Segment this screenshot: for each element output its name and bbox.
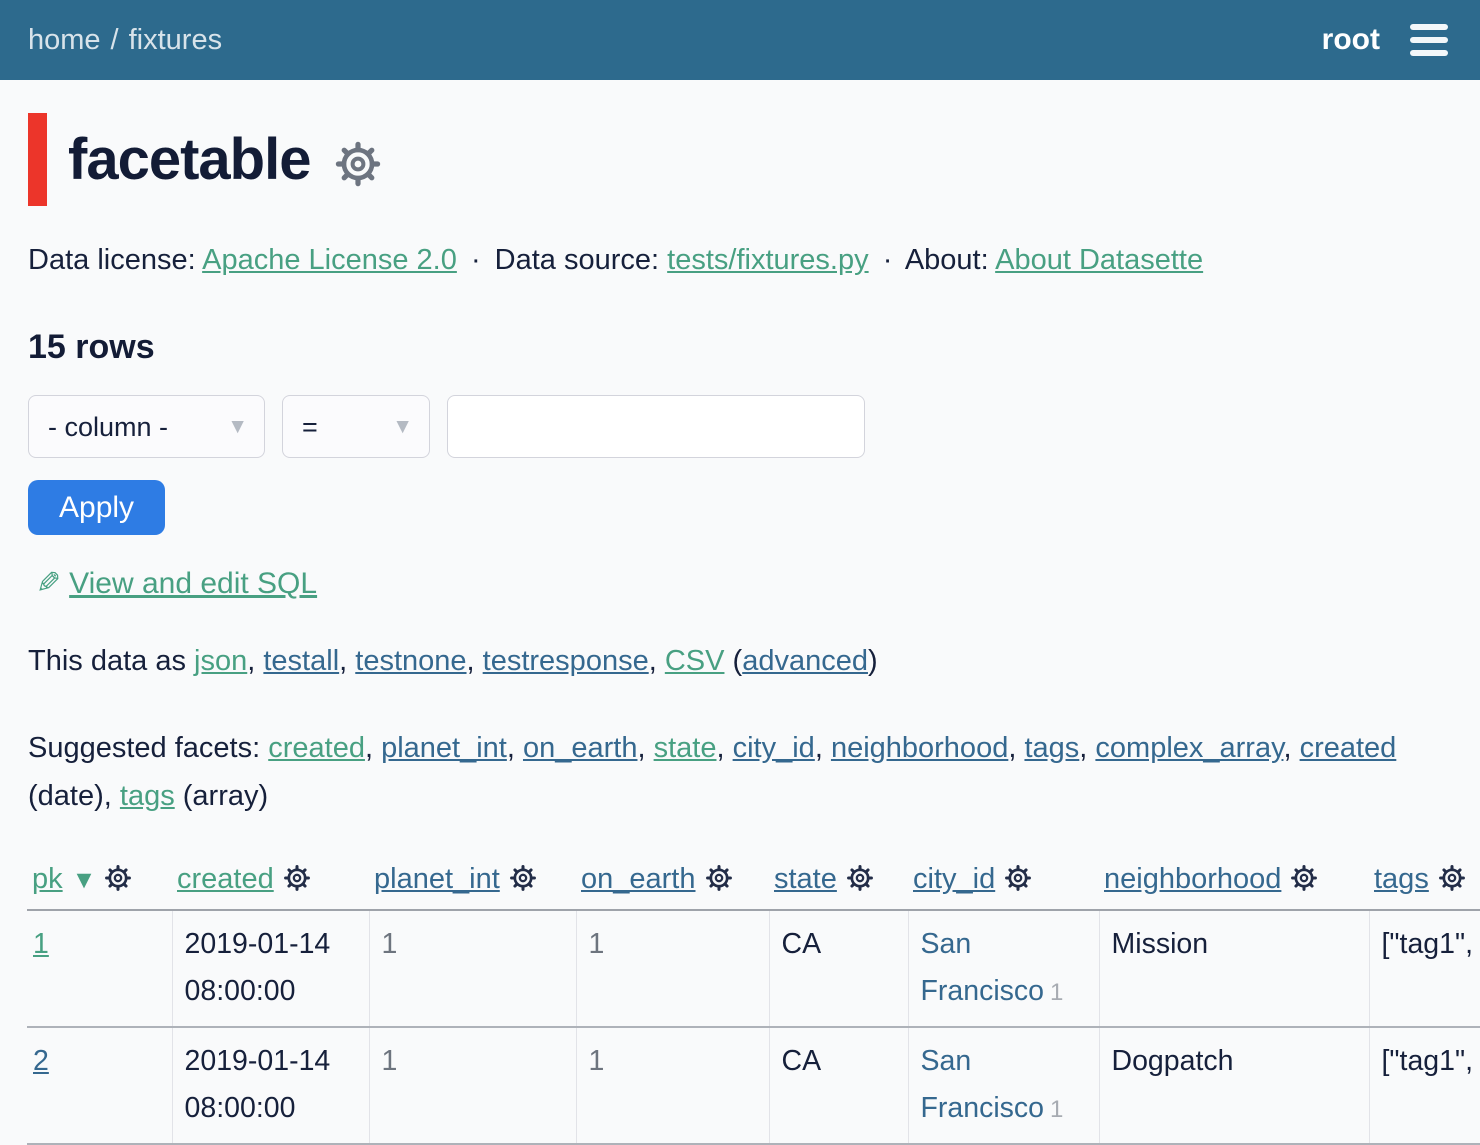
column-header-tags: tags (1369, 859, 1480, 910)
cell-state: CA (769, 910, 908, 1027)
facet-link[interactable]: city_id (733, 732, 815, 764)
facet-link[interactable]: tags (1024, 732, 1079, 764)
filter-operator-select[interactable]: = (282, 395, 430, 458)
export-link-testnone[interactable]: testnone (355, 645, 466, 677)
cell-pk: 1 (27, 910, 172, 1027)
facet-link[interactable]: neighborhood (831, 732, 1008, 764)
sort-column-tags-link[interactable]: tags (1374, 863, 1429, 895)
foreign-key-id: 1 (1050, 1096, 1063, 1123)
row-pk-link[interactable]: 1 (33, 928, 49, 960)
sort-column-pk-link[interactable]: pk (32, 863, 63, 895)
filter-value-input[interactable] (447, 395, 865, 458)
column-cog-icon[interactable] (104, 864, 132, 892)
table-settings-gear-icon[interactable] (334, 140, 382, 188)
sort-column-on-earth-link[interactable]: on_earth (581, 863, 696, 895)
facet-link[interactable]: on_earth (523, 732, 638, 764)
top-nav: home / fixtures root (0, 0, 1480, 80)
facet-link[interactable]: planet_int (381, 732, 507, 764)
column-cog-icon[interactable] (705, 864, 733, 892)
apply-button[interactable]: Apply (28, 480, 165, 535)
page-header: facetable (28, 113, 1480, 206)
column-header-city-id: city_id (908, 859, 1099, 910)
suggested-facets-row: Suggested facets: created, planet_int, o… (28, 724, 1454, 820)
export-prefix: This data as (28, 645, 186, 677)
pencil-icon: ✎ (36, 566, 61, 601)
cell-neighborhood: Mission (1099, 910, 1369, 1027)
cell-created: 2019-01-14 08:00:00 (172, 910, 369, 1027)
sort-column-city-id-link[interactable]: city_id (913, 863, 995, 895)
cell-planet-int: 1 (369, 910, 576, 1027)
row-count: 15 rows (28, 328, 1452, 367)
column-header-neighborhood: neighborhood (1099, 859, 1369, 910)
hamburger-menu-icon[interactable] (1410, 24, 1448, 56)
view-edit-sql-link[interactable]: View and edit SQL (69, 567, 317, 600)
column-cog-icon[interactable] (1290, 864, 1318, 892)
about-link[interactable]: About Datasette (995, 244, 1203, 276)
license-link[interactable]: Apache License 2.0 (202, 244, 457, 276)
facet-link[interactable]: created (1300, 732, 1397, 764)
breadcrumb-home-link[interactable]: home (28, 24, 101, 56)
source-link[interactable]: tests/fixtures.py (667, 244, 868, 276)
page-title: facetable (68, 126, 310, 193)
export-link-csv[interactable]: CSV (665, 645, 725, 677)
facet-link[interactable]: created (268, 732, 365, 764)
rows-table-container: pk ▼ created planet_int on_earth state ci… (27, 859, 1480, 1145)
foreign-key-id: 1 (1050, 979, 1063, 1006)
facets-prefix: Suggested facets: (28, 732, 260, 764)
sql-link-row: ✎View and edit SQL (28, 566, 1452, 601)
column-cog-icon[interactable] (283, 864, 311, 892)
export-links-row: This data as json, testall, testnone, te… (28, 645, 1452, 678)
column-header-planet-int: planet_int (369, 859, 576, 910)
breadcrumb-database-link[interactable]: fixtures (129, 24, 222, 56)
facet-link[interactable]: complex_array (1095, 732, 1283, 764)
cell-tags: ["tag1", "tag2"] (1369, 910, 1480, 1027)
city-link[interactable]: San Francisco (921, 928, 1045, 1007)
cell-on-earth: 1 (576, 910, 769, 1027)
column-header-created: created (172, 859, 369, 910)
accent-bar (28, 113, 47, 206)
breadcrumb: home / fixtures (28, 24, 222, 57)
source-label: Data source: (495, 244, 659, 276)
sort-column-planet-int-link[interactable]: planet_int (374, 863, 500, 895)
facet-link[interactable]: tags (120, 780, 175, 812)
column-header-on-earth: on_earth (576, 859, 769, 910)
about-label: About: (905, 244, 989, 276)
column-cog-icon[interactable] (1004, 864, 1032, 892)
sort-column-state-link[interactable]: state (774, 863, 837, 895)
filter-form: - column - ▼ = ▼ (28, 395, 1452, 458)
filter-column-select[interactable]: - column - (28, 395, 265, 458)
row-pk-link[interactable]: 2 (33, 1045, 49, 1077)
column-cog-icon[interactable] (509, 864, 537, 892)
license-label: Data license: (28, 244, 196, 276)
column-header-pk: pk ▼ (27, 859, 172, 910)
export-link-testresponse[interactable]: testresponse (483, 645, 649, 677)
table-row: 1 2019-01-14 08:00:00 1 1 CA San Francis… (27, 910, 1480, 1027)
city-link[interactable]: San Francisco (921, 1045, 1045, 1124)
column-cog-icon[interactable] (1438, 864, 1466, 892)
metadata-line: Data license: Apache License 2.0 · Data … (28, 244, 1452, 277)
column-header-state: state (769, 859, 908, 910)
facet-link[interactable]: state (654, 732, 717, 764)
sort-column-created-link[interactable]: created (177, 863, 274, 895)
breadcrumb-separator: / (111, 24, 119, 56)
export-link-testall[interactable]: testall (263, 645, 339, 677)
export-link-json[interactable]: json (194, 645, 247, 677)
export-link-advanced[interactable]: advanced (742, 645, 868, 677)
sort-column-neighborhood-link[interactable]: neighborhood (1104, 863, 1281, 895)
rows-table: pk ▼ created planet_int on_earth state ci… (27, 859, 1480, 1145)
table-header-row: pk ▼ created planet_int on_earth state ci… (27, 859, 1480, 910)
logged-in-user-label[interactable]: root (1322, 23, 1380, 57)
column-cog-icon[interactable] (846, 864, 874, 892)
sort-desc-icon: ▼ (72, 866, 97, 894)
cell-city-id: San Francisco1 (908, 910, 1099, 1027)
